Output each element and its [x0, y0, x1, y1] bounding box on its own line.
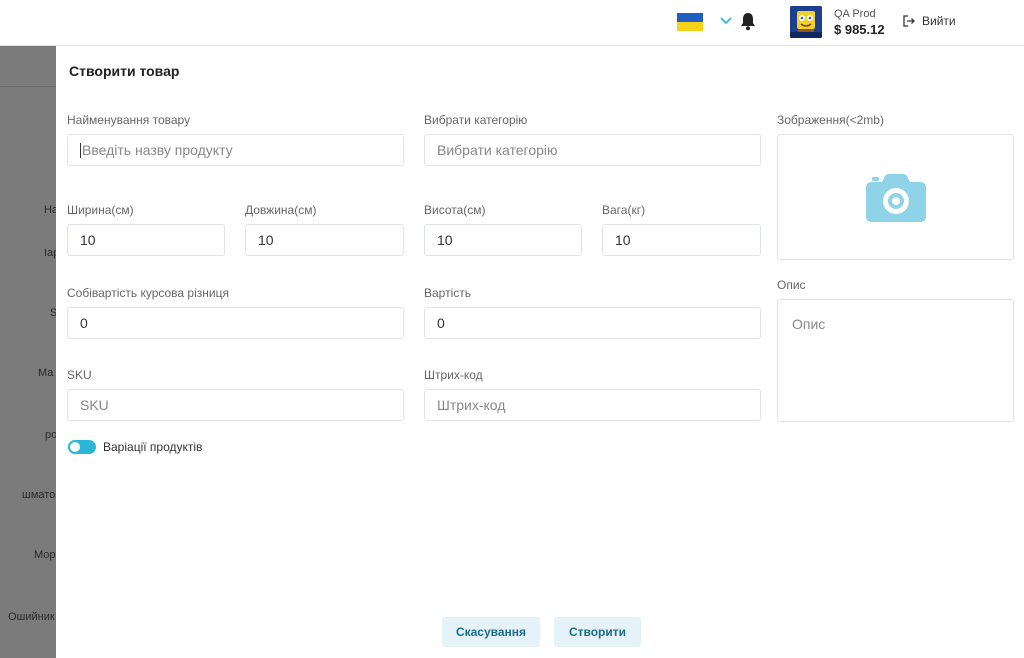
avatar[interactable] [790, 6, 822, 38]
variations-toggle[interactable] [68, 440, 96, 454]
barcode-input[interactable]: Штрих-код [424, 389, 761, 421]
cancel-button[interactable]: Скасування [442, 617, 540, 647]
camera-icon [865, 174, 926, 222]
barcode-placeholder: Штрих-код [437, 397, 506, 413]
width-label: Ширина(см) [67, 203, 134, 217]
description-textarea[interactable]: Опис [777, 299, 1014, 422]
cost-label: Вартість [424, 286, 471, 300]
top-header: QA Prod $ 985.12 Вийти [0, 0, 1024, 46]
cost-diff-input[interactable]: 0 [67, 307, 404, 339]
weight-label: Вага(кг) [602, 203, 646, 217]
category-select[interactable]: Вибрати категорію [424, 134, 761, 166]
sku-input[interactable]: SKU [67, 389, 404, 421]
background-page-overlay: На Іар S Ма ро шмато Мор Ошийник [0, 46, 56, 658]
bell-icon[interactable] [739, 11, 757, 31]
length-value: 10 [258, 232, 274, 248]
cost-value: 0 [437, 315, 445, 331]
text-caret [80, 142, 81, 158]
sku-placeholder: SKU [80, 397, 109, 413]
background-divider [0, 86, 56, 87]
description-placeholder: Опис [792, 316, 826, 332]
category-label: Вибрати категорію [424, 113, 528, 127]
weight-value: 10 [615, 232, 631, 248]
language-flag[interactable] [677, 13, 703, 31]
account-balance: $ 985.12 [834, 22, 885, 37]
height-input[interactable]: 10 [424, 224, 582, 256]
product-name-label: Найменування товару [67, 113, 191, 127]
background-item: Ма [38, 367, 54, 379]
background-item: Ошийник [8, 611, 55, 623]
description-label: Опис [777, 278, 806, 292]
background-item: Мор [34, 549, 56, 561]
cost-input[interactable]: 0 [424, 307, 761, 339]
flag-yellow-stripe [677, 22, 703, 31]
create-button[interactable]: Створити [554, 617, 641, 647]
avatar-image [790, 6, 822, 38]
account-name: QA Prod [834, 8, 876, 20]
product-name-input[interactable]: Введіть назву продукту [67, 134, 404, 166]
length-label: Довжина(см) [245, 203, 317, 217]
image-upload[interactable] [777, 134, 1014, 260]
flag-blue-stripe [677, 13, 703, 22]
create-product-drawer: Створити товар Найменування товару Введі… [56, 46, 1024, 658]
barcode-label: Штрих-код [424, 368, 483, 382]
background-item: На [44, 204, 56, 216]
logout-icon [903, 15, 915, 27]
variations-label: Варіації продуктів [103, 440, 203, 454]
drawer-title: Створити товар [69, 63, 180, 79]
background-item: шмато [22, 489, 56, 501]
cost-diff-value: 0 [80, 315, 88, 331]
toggle-knob [70, 442, 80, 452]
chevron-down-icon[interactable] [719, 13, 733, 27]
width-value: 10 [80, 232, 96, 248]
height-label: Висота(см) [424, 203, 486, 217]
logout-button[interactable]: Вийти [902, 14, 956, 28]
product-name-placeholder: Введіть назву продукту [82, 142, 233, 158]
variations-toggle-row: Варіації продуктів [68, 440, 202, 454]
height-value: 10 [437, 232, 453, 248]
length-input[interactable]: 10 [245, 224, 404, 256]
category-placeholder: Вибрати категорію [437, 142, 558, 158]
sku-label: SKU [67, 368, 92, 382]
logout-label: Вийти [922, 14, 956, 28]
weight-input[interactable]: 10 [602, 224, 761, 256]
image-label: Зображення(<2mb) [777, 113, 884, 127]
width-input[interactable]: 10 [67, 224, 225, 256]
background-item: ро [45, 429, 56, 441]
background-item: Іар [44, 247, 56, 259]
cost-diff-label: Собівартість курсова різниця [67, 286, 229, 300]
